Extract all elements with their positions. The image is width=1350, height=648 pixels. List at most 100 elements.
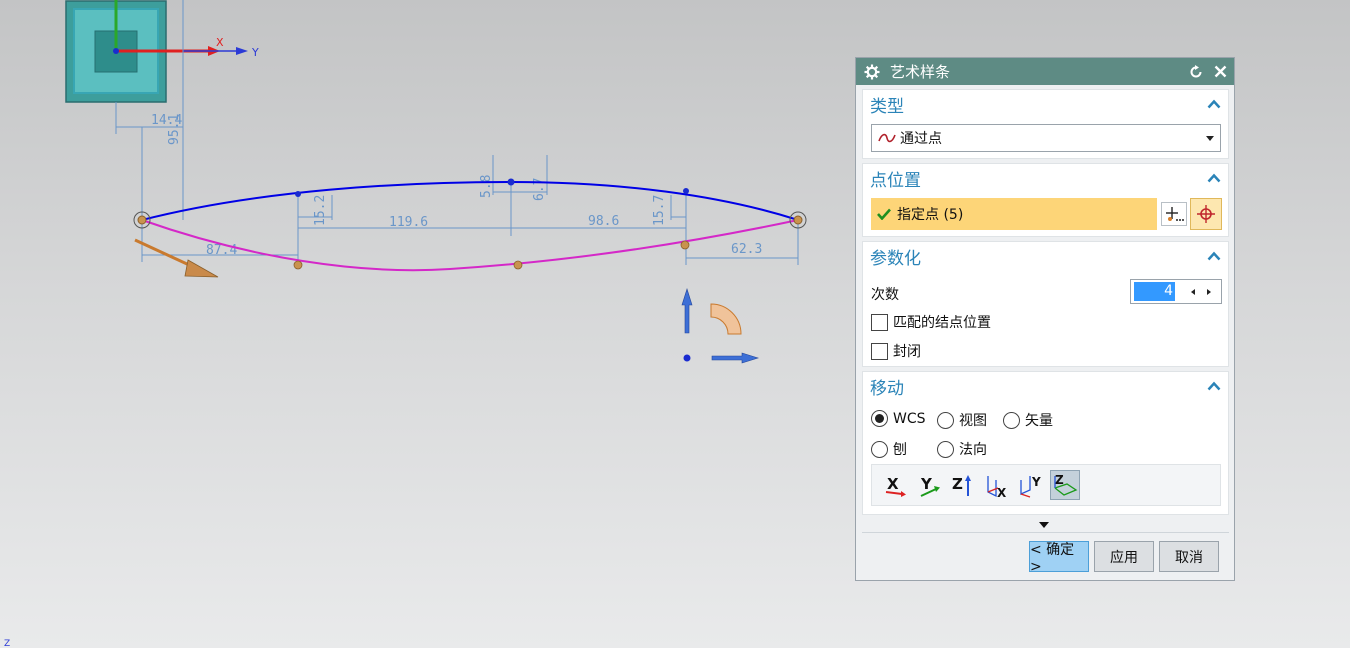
type-select-value: 通过点: [900, 131, 942, 147]
plane-xy-button[interactable]: Z: [1050, 470, 1080, 500]
degree-input[interactable]: 4: [1134, 282, 1175, 301]
divider: [862, 532, 1229, 533]
radio-circle[interactable]: [871, 410, 888, 427]
spline-pole[interactable]: [293, 260, 303, 270]
radio-label: 法向: [959, 442, 987, 458]
param-section-header[interactable]: 参数化: [863, 242, 1228, 270]
dim-label: 119.6: [389, 215, 428, 230]
check-icon: [877, 208, 891, 220]
chevron-up-icon[interactable]: [1207, 173, 1221, 183]
dim-label: 95.1: [167, 114, 182, 145]
section-title: 类型: [870, 96, 904, 117]
dim-label: 62.3: [731, 242, 762, 257]
move-origin[interactable]: [683, 354, 691, 362]
radio-label: 视图: [959, 413, 987, 429]
reset-icon: [1190, 64, 1202, 77]
spline-curve-icon: [878, 133, 896, 143]
wcs-origin: [113, 48, 119, 54]
checkbox-box[interactable]: [871, 342, 888, 360]
point-inference-button[interactable]: [1190, 198, 1222, 230]
z-axis-label: Z: [4, 639, 10, 648]
radio-circle[interactable]: [937, 411, 954, 429]
upper-spline[interactable]: [141, 180, 799, 221]
spline-point[interactable]: [683, 188, 689, 194]
checkbox-box[interactable]: [871, 313, 888, 331]
plane-yz-button[interactable]: X: [982, 470, 1012, 500]
chevron-up-icon[interactable]: [1207, 251, 1221, 261]
axis-letter: Y: [1031, 475, 1041, 489]
move-plane-radio[interactable]: 刨: [871, 439, 907, 459]
parameterization-section: 参数化 次数 4 匹配的结点位置 封闭: [862, 241, 1229, 367]
plane-y-icon: Y: [1020, 475, 1041, 498]
move-wcs-radio[interactable]: WCS: [871, 410, 926, 427]
move-section-header[interactable]: 移动: [863, 372, 1228, 400]
type-select[interactable]: 通过点: [871, 124, 1221, 152]
specify-point-label: 指定点 (5): [897, 207, 964, 223]
radio-circle[interactable]: [937, 440, 954, 458]
axis-z-button[interactable]: Z: [948, 470, 978, 500]
move-section: 移动 WCS 视图 矢量 刨 法向 X Y Z X Y Z: [862, 371, 1229, 515]
studio-spline-dialog: 艺术样条 类型 通过点 点位置 指定点 (5) 参数化 次数 4 匹配的结点位置…: [855, 57, 1235, 581]
end-point[interactable]: [793, 215, 803, 225]
move-vector-radio[interactable]: 矢量: [1003, 410, 1053, 430]
gear-icon[interactable]: [864, 64, 880, 80]
spline-point[interactable]: [507, 178, 515, 186]
radio-label: WCS: [893, 410, 926, 427]
degree-label: 次数: [871, 287, 899, 303]
tangent-arrow-icon[interactable]: [184, 259, 219, 278]
y-axis-icon: Y: [920, 475, 940, 497]
crosshair-icon: [1197, 205, 1215, 223]
rotate-handle-icon[interactable]: [710, 303, 742, 335]
move-view-radio[interactable]: 视图: [937, 410, 987, 430]
section-title: 参数化: [870, 248, 921, 269]
close-icon: [1214, 65, 1226, 78]
lower-spline-points[interactable]: [293, 240, 690, 270]
decrement-arrow-icon[interactable]: [1191, 288, 1195, 295]
apply-button[interactable]: 应用: [1094, 541, 1154, 572]
spline-pole[interactable]: [513, 260, 523, 270]
close-button[interactable]: [1212, 64, 1228, 80]
closed-checkbox[interactable]: 封闭: [871, 341, 921, 361]
axis-x-button[interactable]: X: [880, 470, 910, 500]
match-knots-checkbox[interactable]: 匹配的结点位置: [871, 312, 991, 332]
start-point[interactable]: [137, 215, 147, 225]
point-section-header[interactable]: 点位置: [863, 164, 1228, 192]
radio-circle[interactable]: [1003, 411, 1020, 429]
plane-z-icon: Z: [1054, 473, 1078, 496]
dim-label: 98.6: [588, 214, 619, 229]
dialog-titlebar[interactable]: 艺术样条: [856, 58, 1234, 85]
more-options-icon[interactable]: [1039, 522, 1049, 528]
dim-label: 6.7: [532, 178, 547, 201]
type-section-header[interactable]: 类型: [863, 90, 1228, 118]
axis-toolbar: X Y Z X Y Z: [871, 464, 1221, 506]
dimension-labels: 14.4 95.1 5.8 6.7 15.2 119.6 98.6 15.7 8…: [151, 113, 762, 258]
point-dialog-button[interactable]: [1161, 202, 1187, 226]
move-up-arrow-icon[interactable]: [681, 287, 693, 334]
cancel-button[interactable]: 取消: [1159, 541, 1219, 572]
move-handles[interactable]: [681, 287, 760, 364]
radio-circle[interactable]: [871, 440, 888, 458]
axis-y-button[interactable]: Y: [914, 470, 944, 500]
reset-button[interactable]: [1188, 64, 1204, 80]
ok-button[interactable]: < 确定 >: [1029, 541, 1089, 575]
degree-spinner[interactable]: 4: [1130, 279, 1222, 304]
y-arrow-icon: [236, 47, 248, 55]
chevron-up-icon[interactable]: [1207, 99, 1221, 109]
axis-letter: Z: [952, 475, 963, 493]
type-section: 类型 通过点: [862, 89, 1229, 159]
dim-label: 15.2: [313, 195, 328, 226]
axis-letter: X: [887, 475, 899, 493]
dialog-title: 艺术样条: [890, 63, 951, 81]
axis-letter: X: [997, 486, 1007, 498]
move-normal-radio[interactable]: 法向: [937, 439, 987, 459]
move-right-arrow-icon[interactable]: [711, 352, 760, 364]
view-triad[interactable]: X Y: [65, 0, 259, 103]
chevron-up-icon[interactable]: [1207, 381, 1221, 391]
increment-arrow-icon[interactable]: [1207, 288, 1211, 295]
plane-xz-button[interactable]: Y: [1016, 470, 1046, 500]
spline-pole[interactable]: [680, 240, 690, 250]
spline-endpoints[interactable]: [133, 211, 807, 229]
x-axis-label: X: [216, 36, 224, 49]
spline-point[interactable]: [295, 191, 301, 197]
specify-point-row[interactable]: 指定点 (5): [871, 198, 1157, 230]
